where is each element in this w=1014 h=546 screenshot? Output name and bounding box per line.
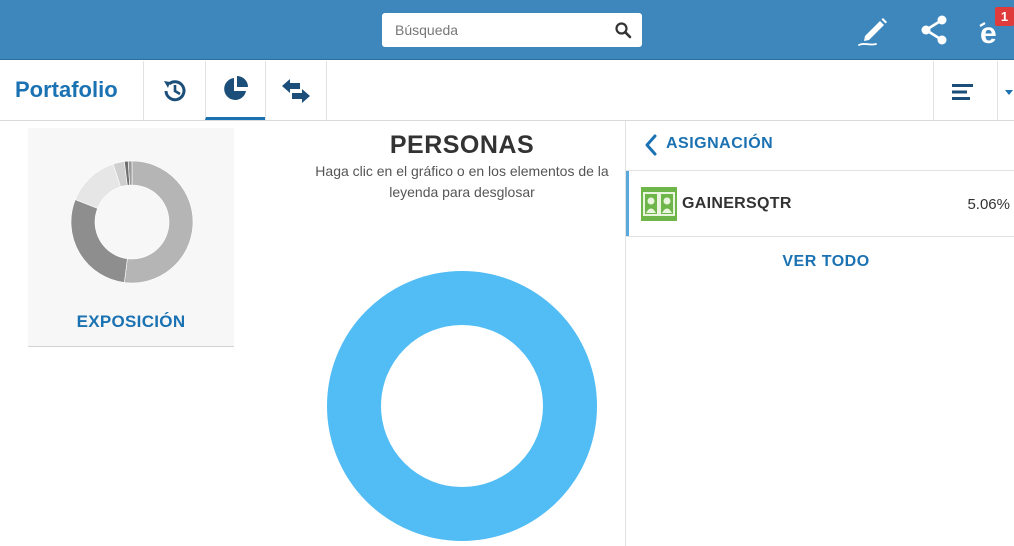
search-input[interactable] [382, 13, 602, 47]
chart-title: PERSONAS [389, 131, 535, 159]
page-title: Portafolio [15, 77, 118, 102]
divider [997, 61, 998, 120]
divider [933, 61, 934, 120]
chart-subtitle: Haga clic en el gráfico o en los element… [315, 163, 609, 200]
exposure-label[interactable]: EXPOSICIÓN [28, 312, 234, 332]
top-bar: e 1 [0, 0, 1014, 60]
portfolio-header: Portafolio [0, 61, 1014, 121]
exposure-slice-1[interactable] [70, 199, 128, 283]
exposure-slice-0[interactable] [124, 160, 194, 284]
share-icon[interactable] [916, 12, 952, 48]
notification-badge[interactable]: 1 [995, 7, 1014, 26]
view-all-button[interactable]: VER TODO [626, 253, 1014, 271]
divider [626, 236, 1014, 237]
people-donut-chart[interactable] [326, 270, 598, 542]
chevron-down-icon[interactable] [1004, 89, 1014, 97]
people-slice-0[interactable] [327, 271, 597, 541]
list-item[interactable]: GAINERSQTR 5.06% [626, 171, 1014, 236]
chevron-left-icon[interactable] [643, 133, 659, 157]
arrows-icon [282, 78, 310, 103]
history-icon [163, 79, 185, 101]
pencil-icon[interactable] [856, 12, 892, 48]
search-box[interactable] [382, 13, 642, 47]
exposure-donut-chart[interactable] [70, 160, 194, 284]
list-view-icon[interactable] [951, 82, 975, 102]
allocation-back-button[interactable]: ASIGNACIÓN [666, 135, 773, 153]
avatar [641, 187, 677, 221]
item-percentage: 5.06% [967, 196, 1010, 213]
tab-history[interactable] [143, 61, 205, 120]
pie-chart-icon [223, 76, 248, 100]
search-icon[interactable] [614, 21, 632, 39]
item-name[interactable]: GAINERSQTR [682, 195, 792, 213]
exposure-slice-2[interactable] [74, 163, 121, 209]
tab-transfers[interactable] [265, 61, 327, 120]
tab-pie[interactable] [205, 61, 265, 120]
